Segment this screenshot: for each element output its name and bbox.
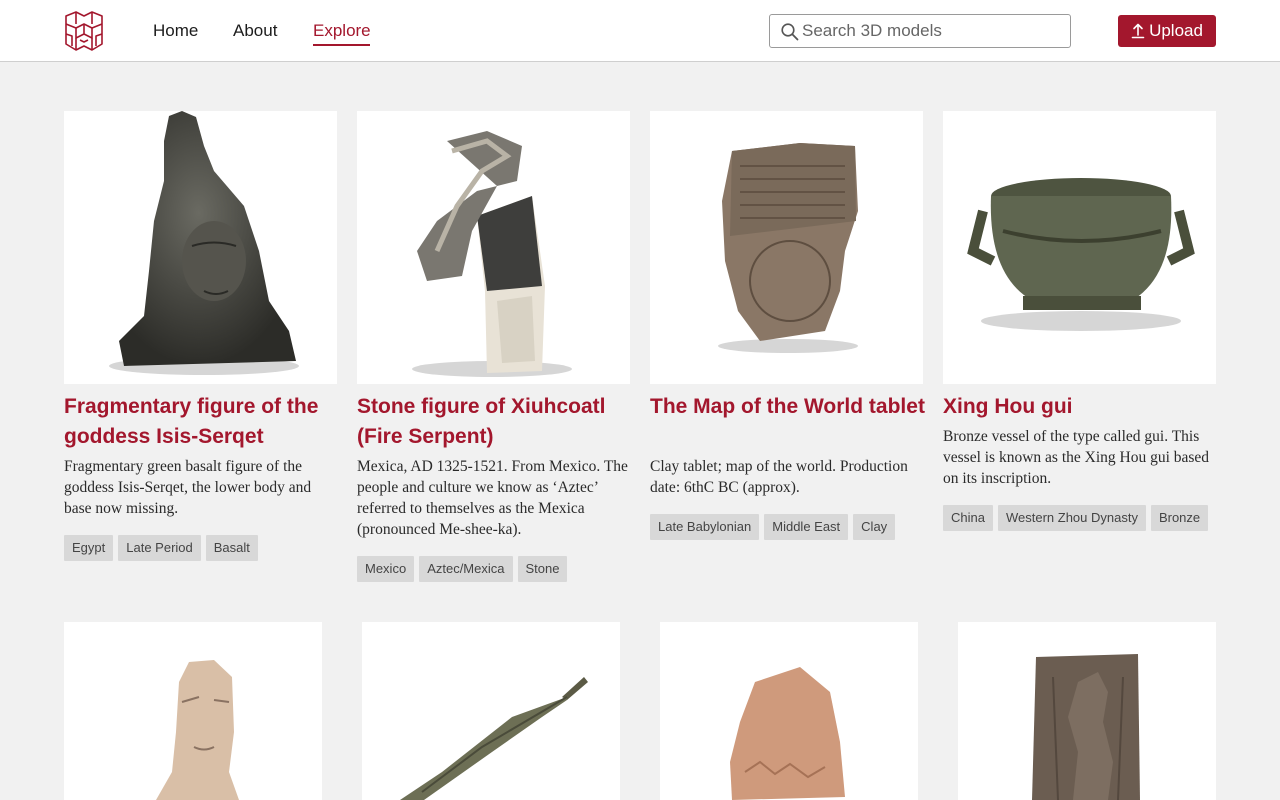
site-header: Home About Explore Upload [0,0,1280,62]
tag[interactable]: China [943,505,993,531]
tag-list: Mexico Aztec/Mexica Stone [357,556,568,582]
relief-panel-image [1032,654,1140,800]
model-thumbnail[interactable] [64,622,322,800]
card-title[interactable]: The Map of the World tablet [650,392,925,422]
tag[interactable]: Late Period [118,535,201,561]
site-logo-icon[interactable] [62,10,106,52]
card-description: Bronze vessel of the type called gui. Th… [943,428,1210,487]
nav-about-link[interactable]: About [233,20,277,42]
model-thumbnail[interactable] [362,622,620,800]
model-thumbnail[interactable] [958,622,1216,800]
nav-explore-link[interactable]: Explore [313,20,371,42]
search-box[interactable] [769,14,1071,48]
marble-head-image [156,660,239,800]
tag[interactable]: Clay [853,514,896,540]
upload-icon [1131,23,1145,39]
tag-list: Late Babylonian Middle East Clay [650,514,896,540]
model-thumbnail[interactable] [650,111,923,384]
model-thumbnail[interactable] [943,111,1216,384]
xiuhcoatl-image [412,131,572,377]
model-thumbnail[interactable] [64,111,337,384]
tag-list: China Western Zhou Dynasty Bronze [943,505,1209,531]
upload-button[interactable]: Upload [1118,15,1216,47]
nav-home-link[interactable]: Home [153,20,198,42]
tag[interactable]: Aztec/Mexica [419,556,513,582]
isis-serqet-image [109,111,299,375]
xing-hou-gui-image [967,178,1195,331]
model-thumbnail[interactable] [357,111,630,384]
tag[interactable]: Egypt [64,535,114,561]
search-input[interactable] [802,15,1064,47]
tag[interactable]: Basalt [205,535,258,561]
terracotta-foot-image [730,667,845,800]
card-description: Mexica, AD 1325-1521. From Mexico. The p… [357,458,628,538]
card-description: Fragmentary green basalt figure of the g… [64,458,312,517]
card-description: Clay tablet; map of the world. Productio… [650,458,908,496]
tag[interactable]: Mexico [357,556,415,582]
tag[interactable]: Stone [517,556,568,582]
card-title[interactable]: Xing Hou gui [943,392,1218,422]
tag-list: Egypt Late Period Basalt [64,535,258,561]
nav-active-indicator [313,44,370,46]
card-title[interactable]: Fragmentary figure of the goddess Isis-S… [64,392,339,452]
card-title[interactable]: Stone figure of Xiuhcoatl (Fire Serpent) [357,392,632,452]
tag[interactable]: Late Babylonian [650,514,760,540]
model-thumbnail[interactable] [660,622,918,800]
tag[interactable]: Western Zhou Dynasty [997,505,1146,531]
tag[interactable]: Bronze [1150,505,1209,531]
tag[interactable]: Middle East [764,514,849,540]
bronze-spearhead-image [400,677,588,800]
search-icon [781,23,799,41]
upload-label: Upload [1149,21,1203,40]
map-tablet-image [718,143,858,353]
